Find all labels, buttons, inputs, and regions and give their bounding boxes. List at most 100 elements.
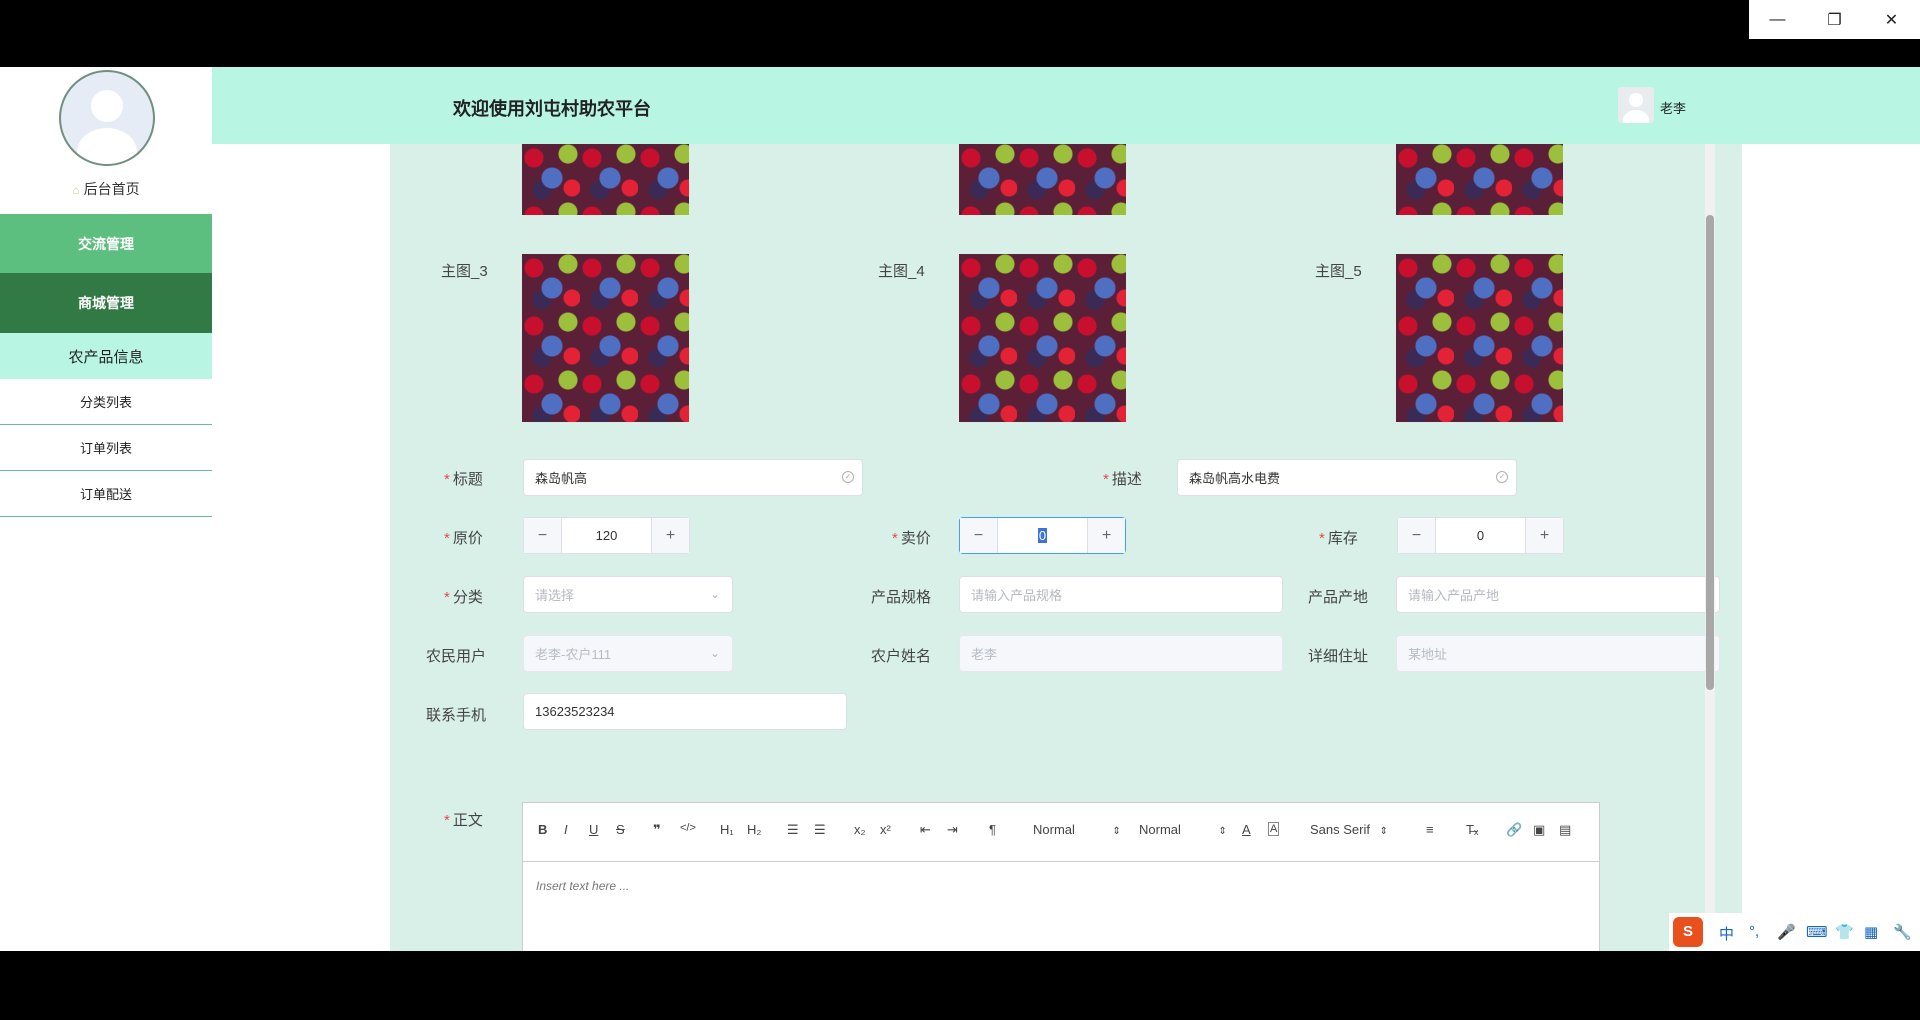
- product-image-3: [1396, 144, 1563, 215]
- sidebar-item-communication[interactable]: 交流管理: [0, 214, 212, 273]
- sidebar-home[interactable]: ⌂ 后台首页: [0, 179, 212, 199]
- main-content: 主图_3 主图_4 主图_5 * 标题 森岛帆高 ✓ * 描述 森岛帆高水电费 ✓ * 原…: [212, 144, 1920, 951]
- bullet-list-icon[interactable]: ☰: [814, 822, 826, 838]
- origin-label: 产品产地: [1308, 589, 1369, 606]
- editor-toolbar: B I U S ❞ </> H₁ H₂ ☰ ☰ x₂ x² ⇤ ⇥ ¶ Norm…: [523, 803, 1599, 862]
- restore-button[interactable]: ❐: [1806, 0, 1863, 39]
- underline-icon[interactable]: U: [589, 822, 598, 837]
- desc-input[interactable]: 森岛帆高水电费 ✓: [1177, 459, 1517, 496]
- text-direction-icon[interactable]: ¶: [989, 822, 996, 837]
- skin-icon[interactable]: 👕: [1835, 923, 1854, 941]
- sidebar: ⌂ 后台首页 交流管理 商城管理 农产品信息 分类列表 订单列表 订单配送: [0, 67, 213, 951]
- spec-input[interactable]: 请输入产品规格: [959, 576, 1283, 613]
- sidebar-item-orders[interactable]: 订单列表: [0, 425, 212, 471]
- code-icon[interactable]: </>: [680, 822, 696, 834]
- title-input[interactable]: 森岛帆高 ✓: [523, 459, 863, 496]
- user-icon: [1623, 93, 1649, 123]
- decrease-button[interactable]: −: [1398, 518, 1435, 553]
- font-color-icon[interactable]: A: [1242, 822, 1251, 837]
- orig-price-value[interactable]: 120: [561, 518, 652, 553]
- sidebar-item-products[interactable]: 农产品信息: [0, 333, 212, 380]
- stock-stepper[interactable]: − 0 +: [1397, 517, 1564, 554]
- sidebar-item-delivery[interactable]: 订单配送: [0, 471, 212, 517]
- clear-format-icon[interactable]: T̶ₓ: [1466, 822, 1478, 837]
- spec-label: 产品规格: [871, 589, 932, 606]
- video-icon[interactable]: ▤: [1559, 822, 1571, 838]
- main-image-5[interactable]: [1396, 254, 1563, 422]
- grid-icon[interactable]: ▦: [1864, 923, 1878, 941]
- blockquote-icon[interactable]: ❞: [653, 822, 661, 838]
- sidebar-item-mall[interactable]: 商城管理: [0, 273, 212, 333]
- tools-icon[interactable]: 🔧: [1893, 923, 1912, 941]
- orig-price-stepper[interactable]: − 120 +: [523, 517, 690, 554]
- align-icon[interactable]: ≡: [1426, 822, 1434, 837]
- page-title: 欢迎使用刘屯村助农平台: [453, 99, 651, 119]
- phone-input[interactable]: 13623523234: [523, 693, 847, 730]
- scrollbar-thumb[interactable]: [1706, 215, 1714, 690]
- header: 欢迎使用刘屯村助农平台 老李: [212, 67, 1920, 144]
- app-window: ⌂ 后台首页 交流管理 商城管理 农产品信息 分类列表 订单列表 订单配送 欢迎使…: [0, 67, 1920, 951]
- decrease-button[interactable]: −: [524, 518, 561, 553]
- header-select[interactable]: Normal ⇕: [1139, 822, 1227, 837]
- font-select[interactable]: Sans Serif ⇕: [1310, 822, 1388, 837]
- sidebar-item-categories[interactable]: 分类列表: [0, 379, 212, 425]
- chevron-down-icon: ⌄: [709, 646, 720, 660]
- ime-mode[interactable]: 中: [1719, 923, 1734, 944]
- farmer-name-input: 老李: [959, 635, 1283, 672]
- user-name[interactable]: 老李: [1660, 98, 1686, 117]
- indent-icon[interactable]: ⇥: [947, 822, 958, 838]
- user-avatar[interactable]: [1618, 87, 1654, 123]
- main-image-3[interactable]: [522, 254, 689, 422]
- close-button[interactable]: ✕: [1863, 0, 1920, 39]
- decrease-button[interactable]: −: [960, 518, 997, 553]
- body-label: * 正文: [444, 812, 483, 829]
- punct-icon[interactable]: °,: [1749, 923, 1759, 940]
- ime-toolbar: S 中 °, 🎤 ⌨ 👕 ▦ 🔧: [1669, 913, 1920, 951]
- main-image-3-label: 主图_3: [441, 263, 488, 280]
- editor-body[interactable]: Insert text here ...: [536, 879, 629, 893]
- sale-price-value[interactable]: 0: [997, 518, 1088, 553]
- minimize-button[interactable]: —: [1749, 0, 1806, 39]
- increase-button[interactable]: +: [652, 518, 689, 553]
- chevron-down-icon: ⌄: [709, 587, 720, 601]
- size-select[interactable]: Normal ⇕: [1033, 822, 1121, 837]
- origin-input[interactable]: 请输入产品产地: [1396, 576, 1720, 613]
- outdent-icon[interactable]: ⇤: [920, 822, 931, 838]
- category-select[interactable]: 请选择 ⌄: [523, 576, 733, 613]
- avatar: [59, 70, 155, 166]
- farmer-user-select: 老李-农户111 ⌄: [523, 635, 733, 672]
- product-image-1: [522, 144, 689, 215]
- background-color-icon[interactable]: A: [1268, 822, 1280, 836]
- strike-icon[interactable]: S: [616, 822, 625, 837]
- italic-icon[interactable]: I: [564, 822, 568, 837]
- home-icon: ⌂: [72, 183, 80, 197]
- main-image-4-label: 主图_4: [878, 263, 925, 280]
- sale-price-stepper[interactable]: − 0 +: [959, 517, 1126, 554]
- increase-button[interactable]: +: [1088, 518, 1125, 553]
- h1-icon[interactable]: H₁: [720, 822, 734, 837]
- category-label: * 分类: [444, 589, 483, 606]
- check-icon: ✓: [1496, 471, 1508, 483]
- phone-label: 联系手机: [426, 707, 487, 724]
- image-icon[interactable]: ▣: [1533, 822, 1545, 838]
- h2-icon[interactable]: H₂: [747, 822, 761, 837]
- main-image-4[interactable]: [959, 254, 1126, 422]
- bold-icon[interactable]: B: [538, 822, 547, 837]
- home-label: 后台首页: [83, 181, 140, 197]
- keyboard-icon[interactable]: ⌨: [1806, 923, 1828, 941]
- mic-icon[interactable]: 🎤: [1777, 923, 1796, 941]
- superscript-icon[interactable]: x²: [880, 822, 891, 837]
- desc-label: * 描述: [1103, 471, 1142, 488]
- stock-value[interactable]: 0: [1435, 518, 1526, 553]
- address-label: 详细住址: [1308, 648, 1369, 665]
- check-icon: ✓: [842, 471, 854, 483]
- orig-price-label: * 原价: [444, 530, 483, 547]
- subscript-icon[interactable]: x₂: [854, 822, 866, 837]
- ordered-list-icon[interactable]: ☰: [787, 822, 799, 838]
- stock-label: * 库存: [1319, 530, 1358, 547]
- product-image-2: [959, 144, 1126, 215]
- rich-text-editor[interactable]: B I U S ❞ </> H₁ H₂ ☰ ☰ x₂ x² ⇤ ⇥ ¶ Norm…: [522, 802, 1600, 951]
- increase-button[interactable]: +: [1526, 518, 1563, 553]
- ime-logo-icon[interactable]: S: [1673, 917, 1703, 947]
- link-icon[interactable]: 🔗: [1506, 822, 1522, 838]
